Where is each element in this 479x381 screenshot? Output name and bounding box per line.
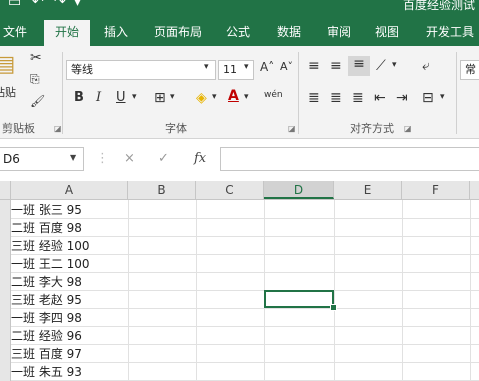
cell-a[interactable]: 一班 王二 100 bbox=[11, 255, 90, 273]
align-bottom-icon[interactable]: ≡ bbox=[348, 56, 370, 76]
tab-data[interactable]: 数据 bbox=[272, 20, 306, 46]
cell-a[interactable]: 三班 经验 100 bbox=[11, 237, 90, 255]
italic-button[interactable]: I bbox=[96, 90, 101, 105]
ribbon: ▤ 粘贴 ✂ ⎘ 🖌 剪贴板 ◪ 等线 ▾ 11 ▾ A˄ A˅ B I U ▾… bbox=[0, 46, 479, 139]
font-name-select[interactable]: 等线 bbox=[66, 60, 216, 80]
row-headers[interactable] bbox=[0, 200, 11, 381]
worksheet-grid: A B C D E F 一班 张三 95 二班 百度 98 三班 经验 100 … bbox=[0, 181, 479, 381]
select-all-corner[interactable] bbox=[0, 181, 11, 199]
group-divider bbox=[298, 52, 299, 134]
fill-color-icon[interactable]: ◈ bbox=[196, 90, 207, 106]
chevron-down-icon[interactable]: ▾ bbox=[170, 92, 175, 102]
fill-handle[interactable] bbox=[330, 304, 337, 311]
column-header-b[interactable]: B bbox=[128, 181, 196, 199]
align-middle-icon[interactable]: ≡ bbox=[330, 58, 342, 74]
copy-icon[interactable]: ⎘ bbox=[30, 72, 40, 87]
font-shrink-button[interactable]: A˅ bbox=[280, 60, 293, 73]
chevron-down-icon[interactable]: ▾ bbox=[440, 92, 445, 102]
chevron-down-icon[interactable]: ▾ bbox=[244, 62, 249, 72]
merge-center-icon[interactable]: ⊟ bbox=[422, 90, 434, 106]
cell-a[interactable]: 二班 李大 98 bbox=[11, 273, 82, 291]
tab-home[interactable]: 开始 bbox=[44, 20, 90, 46]
clipboard-group-label: 剪贴板 bbox=[2, 122, 35, 135]
number-format-select[interactable]: 常 bbox=[460, 60, 479, 80]
font-launcher-icon[interactable]: ◪ bbox=[288, 124, 296, 133]
underline-button[interactable]: U bbox=[116, 90, 126, 105]
more-icon: ⋮ bbox=[96, 151, 109, 166]
column-header-f[interactable]: F bbox=[402, 181, 470, 199]
align-left-icon[interactable]: ≣ bbox=[308, 90, 320, 106]
clipboard-launcher-icon[interactable]: ◪ bbox=[54, 124, 62, 133]
qat-more-icon[interactable]: ▾ bbox=[74, 0, 81, 10]
formula-input[interactable] bbox=[220, 147, 479, 171]
chevron-down-icon[interactable]: ▾ bbox=[212, 92, 217, 102]
tab-developer[interactable]: 开发工具 bbox=[420, 20, 479, 46]
document-title: 百度经验测试 bbox=[402, 0, 475, 12]
orientation-icon[interactable]: ⟋ bbox=[376, 58, 386, 74]
cell-a[interactable]: 一班 朱五 93 bbox=[11, 363, 82, 381]
formula-bar: D6 ▼ ⋮ × ✓ fx bbox=[0, 139, 479, 181]
title-bar: ▭ ↶ ↷ ▾ 百度经验测试 文件 开始 插入 页面布局 公式 数据 审阅 视图… bbox=[0, 0, 479, 46]
decrease-indent-icon[interactable]: ⇤ bbox=[374, 90, 386, 106]
quick-access-toolbar: ▭ ↶ ↷ ▾ 百度经验测试 bbox=[0, 0, 479, 16]
cell-a[interactable]: 三班 老赵 95 bbox=[11, 291, 82, 309]
phonetic-guide-button[interactable]: wén bbox=[264, 90, 283, 100]
cancel-icon[interactable]: × bbox=[124, 151, 135, 166]
tab-insert[interactable]: 插入 bbox=[96, 20, 136, 46]
tab-file[interactable]: 文件 bbox=[0, 20, 30, 46]
insert-function-icon[interactable]: fx bbox=[194, 151, 206, 166]
chevron-down-icon[interactable]: ▾ bbox=[132, 92, 137, 102]
chevron-down-icon[interactable]: ▾ bbox=[244, 92, 249, 102]
tab-review[interactable]: 审阅 bbox=[322, 20, 356, 46]
active-cell-d6[interactable] bbox=[264, 290, 334, 308]
alignment-launcher-icon[interactable]: ◪ bbox=[404, 124, 412, 133]
column-header-e[interactable]: E bbox=[334, 181, 402, 199]
paste-button[interactable]: 粘贴 bbox=[0, 84, 16, 100]
group-divider bbox=[456, 52, 457, 134]
increase-indent-icon[interactable]: ⇥ bbox=[396, 90, 408, 106]
paste-icon[interactable]: ▤ bbox=[0, 52, 16, 86]
wrap-text-icon[interactable]: ⤶ bbox=[422, 58, 430, 74]
align-center-icon[interactable]: ≣ bbox=[330, 90, 342, 106]
cell-a[interactable]: 三班 百度 97 bbox=[11, 345, 82, 363]
column-header-a[interactable]: A bbox=[11, 181, 128, 199]
font-color-icon[interactable]: A bbox=[228, 88, 239, 104]
cell-a[interactable]: 二班 百度 98 bbox=[11, 219, 82, 237]
undo-icon[interactable]: ↶ bbox=[32, 0, 44, 10]
font-grow-button[interactable]: A˄ bbox=[260, 60, 274, 74]
font-group-label: 字体 bbox=[165, 122, 187, 135]
tab-formulas[interactable]: 公式 bbox=[220, 20, 256, 46]
group-divider bbox=[62, 52, 63, 134]
alignment-group-label: 对齐方式 bbox=[350, 122, 394, 135]
tab-page-layout[interactable]: 页面布局 bbox=[148, 20, 208, 46]
column-headers: A B C D E F bbox=[0, 181, 479, 200]
bold-button[interactable]: B bbox=[74, 90, 84, 105]
enter-icon[interactable]: ✓ bbox=[158, 151, 169, 166]
cell-a[interactable]: 一班 李四 98 bbox=[11, 309, 82, 327]
cut-icon[interactable]: ✂ bbox=[30, 50, 42, 66]
save-icon[interactable]: ▭ bbox=[8, 0, 21, 10]
column-header-c[interactable]: C bbox=[196, 181, 264, 199]
align-top-icon[interactable]: ≡ bbox=[308, 58, 320, 74]
redo-icon[interactable]: ↷ bbox=[54, 0, 66, 10]
chevron-down-icon[interactable]: ▼ bbox=[70, 153, 76, 162]
cell-a[interactable]: 二班 经验 96 bbox=[11, 327, 82, 345]
chevron-down-icon[interactable]: ▾ bbox=[392, 60, 397, 70]
chevron-down-icon[interactable]: ▾ bbox=[204, 62, 209, 72]
align-right-icon[interactable]: ≣ bbox=[352, 90, 364, 106]
column-header-d[interactable]: D bbox=[264, 181, 334, 199]
cell-a[interactable]: 一班 张三 95 bbox=[11, 201, 82, 219]
border-icon[interactable]: ⊞ bbox=[154, 90, 166, 106]
format-painter-icon[interactable]: 🖌 bbox=[30, 94, 45, 108]
tab-view[interactable]: 视图 bbox=[370, 20, 404, 46]
